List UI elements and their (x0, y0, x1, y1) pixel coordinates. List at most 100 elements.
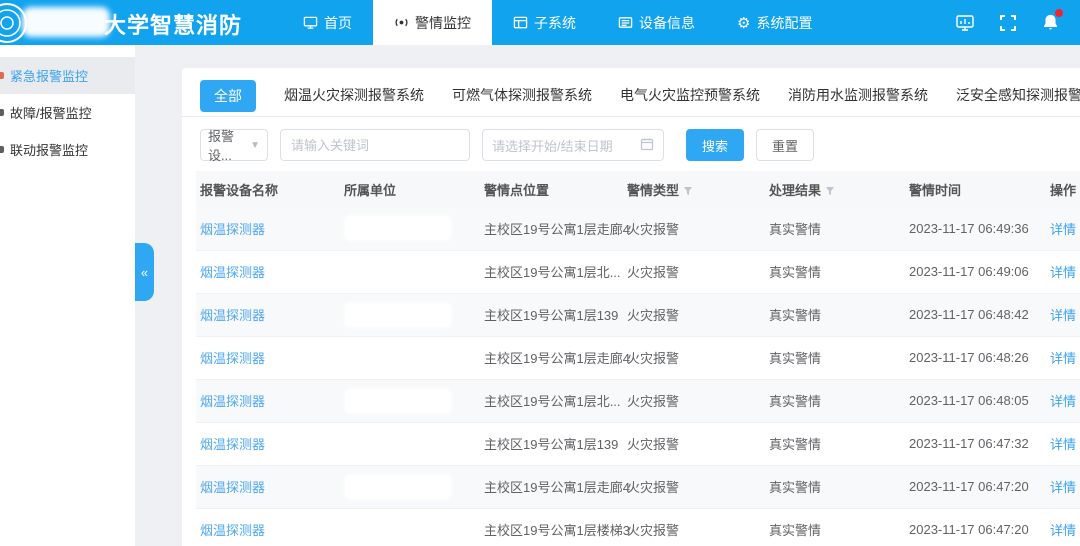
top-navbar: 大学智慧消防 首页 警情监控 (0, 0, 1080, 45)
detail-link[interactable]: 详情 (1050, 351, 1076, 366)
alarm-type-cell: 火灾报警 (623, 207, 765, 250)
col-location: 警情点位置 (480, 171, 623, 207)
table-row: 烟温探测器 主校区19号公寓1层走廊4 火灾报警 真实警情 2023-11-17… (196, 336, 1080, 379)
device-name-link[interactable]: 烟温探测器 (200, 437, 265, 452)
result-cell: 真实警情 (765, 465, 905, 508)
nav-label: 设备信息 (639, 13, 695, 33)
alarm-type-cell: 火灾报警 (623, 250, 765, 293)
detail-link[interactable]: 详情 (1050, 437, 1076, 452)
result-cell: 真实警情 (765, 336, 905, 379)
col-label: 处理结果 (769, 183, 821, 198)
sidebar-item-fault-alarm[interactable]: 故障/报警监控 (0, 94, 135, 131)
unit-redacted-blur (344, 388, 452, 414)
unit-redacted-blur (344, 302, 452, 328)
system-tabs: 全部 烟温火灾探测报警系统 可燃气体探测报警系统 电气火灾监控预警系统 消防用水… (182, 68, 1080, 117)
unit-redacted-blur (344, 345, 452, 371)
nav-label: 首页 (324, 13, 352, 33)
location-cell: 主校区19号公寓1层139 (480, 293, 623, 336)
notification-badge (1055, 9, 1063, 17)
alarm-type-cell: 火灾报警 (623, 379, 765, 422)
device-name-link[interactable]: 烟温探测器 (200, 265, 265, 280)
notification-bell-icon[interactable] (1041, 13, 1060, 32)
location-cell: 主校区19号公寓1层走廊4 (480, 207, 623, 250)
search-button[interactable]: 搜索 (686, 129, 744, 161)
detail-link[interactable]: 详情 (1050, 523, 1076, 538)
device-name-link[interactable]: 烟温探测器 (200, 394, 265, 409)
alarm-dot-icon (0, 72, 4, 79)
smart-fire-app: { "navbar": { "title": "大学智慧消防", "menu":… (0, 0, 1080, 546)
sidebar-item-linkage-alarm[interactable]: 联动报警监控 (0, 131, 135, 168)
dashboard-screen-icon[interactable] (955, 13, 975, 33)
alarm-type-cell: 火灾报警 (623, 293, 765, 336)
fullscreen-icon[interactable] (999, 14, 1017, 32)
sidebar-item-emergency-alarm[interactable]: 紧急报警监控 (0, 57, 135, 94)
col-result[interactable]: 处理结果 (765, 171, 905, 207)
nav-item-settings[interactable]: ⚙ 系统配置 (716, 0, 833, 45)
keyword-input[interactable] (280, 129, 470, 161)
col-device-name: 报警设备名称 (196, 171, 340, 207)
tab-pan-security[interactable]: 泛安全感知探测报警系统 (956, 85, 1080, 115)
time-cell: 2023-11-17 06:49:06 (905, 250, 1046, 293)
tab-combustible-gas[interactable]: 可燃气体探测报警系统 (452, 85, 592, 115)
col-alarm-type[interactable]: 警情类型 (623, 171, 765, 207)
device-name-link[interactable]: 烟温探测器 (200, 222, 265, 237)
tab-electrical-fire[interactable]: 电气火灾监控预警系统 (620, 85, 760, 115)
tab-fire-water[interactable]: 消防用水监测报警系统 (788, 85, 928, 115)
navbar-tools (955, 0, 1080, 45)
time-cell: 2023-11-17 06:47:20 (905, 508, 1046, 546)
left-sidebar: 紧急报警监控 故障/报警监控 联动报警监控 (0, 45, 135, 546)
sidebar-item-label: 联动报警监控 (10, 140, 88, 159)
nav-item-alarm-monitor[interactable]: 警情监控 (373, 0, 492, 45)
table-header: 报警设备名称 所属单位 警情点位置 警情类型 处理结果 警情时间 操作 (196, 171, 1080, 207)
location-cell: 主校区19号公寓1层走廊4 (480, 465, 623, 508)
reset-button[interactable]: 重置 (756, 129, 814, 161)
nav-label: 子系统 (534, 13, 576, 33)
nav-item-subsystem[interactable]: 子系统 (492, 0, 597, 45)
redacted-logo-text (22, 7, 110, 37)
device-name-link[interactable]: 烟温探测器 (200, 351, 265, 366)
alarm-type-cell: 火灾报警 (623, 508, 765, 546)
chevron-down-icon: ▼ (250, 140, 260, 151)
device-name-link[interactable]: 烟温探测器 (200, 308, 265, 323)
table-row: 烟温探测器 主校区19号公寓1层139 火灾报警 真实警情 2023-11-17… (196, 293, 1080, 336)
settings-gear-icon: ⚙ (737, 14, 750, 32)
nav-label: 系统配置 (756, 13, 812, 33)
alarm-monitor-icon (394, 15, 409, 30)
col-alarm-time: 警情时间 (905, 171, 1046, 207)
time-cell: 2023-11-17 06:49:36 (905, 207, 1046, 250)
main-nav: 首页 警情监控 子系统 (282, 0, 833, 45)
detail-link[interactable]: 详情 (1050, 308, 1076, 323)
col-unit: 所属单位 (340, 171, 480, 207)
filter-funnel-icon[interactable] (825, 184, 835, 199)
date-range-picker[interactable]: 请选择开始/结束日期 (482, 129, 664, 161)
detail-link[interactable]: 详情 (1050, 265, 1076, 280)
device-name-link[interactable]: 烟温探测器 (200, 480, 265, 495)
sidebar-item-label: 故障/报警监控 (10, 103, 92, 122)
location-cell: 主校区19号公寓1层北... (480, 379, 623, 422)
detail-link[interactable]: 详情 (1050, 480, 1076, 495)
unit-redacted-blur (344, 474, 452, 500)
nav-item-home[interactable]: 首页 (282, 0, 373, 45)
tab-smoke-temp-fire[interactable]: 烟温火灾探测报警系统 (284, 85, 424, 115)
result-cell: 真实警情 (765, 422, 905, 465)
alarm-type-cell: 火灾报警 (623, 465, 765, 508)
detail-link[interactable]: 详情 (1050, 394, 1076, 409)
alarm-table-body: 烟温探测器 主校区19号公寓1层走廊4 火灾报警 真实警情 2023-11-17… (196, 207, 1080, 546)
result-cell: 真实警情 (765, 250, 905, 293)
time-cell: 2023-11-17 06:47:32 (905, 422, 1046, 465)
table-row: 烟温探测器 主校区19号公寓1层楼梯3 火灾报警 真实警情 2023-11-17… (196, 508, 1080, 546)
filter-type-select[interactable]: 报警设... ▼ (200, 129, 268, 161)
filter-funnel-icon[interactable] (683, 184, 693, 199)
tab-all[interactable]: 全部 (200, 80, 256, 112)
nav-item-device-info[interactable]: 设备信息 (597, 0, 716, 45)
linkage-dot-icon (0, 146, 4, 153)
time-cell: 2023-11-17 06:48:05 (905, 379, 1046, 422)
detail-link[interactable]: 详情 (1050, 222, 1076, 237)
location-cell: 主校区19号公寓1层走廊4 (480, 336, 623, 379)
sidebar-collapse-button[interactable]: « (135, 243, 154, 301)
unit-redacted-blur (344, 259, 452, 285)
alarm-type-cell: 火灾报警 (623, 422, 765, 465)
result-cell: 真实警情 (765, 508, 905, 546)
device-name-link[interactable]: 烟温探测器 (200, 523, 265, 538)
alarm-table: 报警设备名称 所属单位 警情点位置 警情类型 处理结果 警情时间 操作 烟温探测… (196, 171, 1080, 546)
